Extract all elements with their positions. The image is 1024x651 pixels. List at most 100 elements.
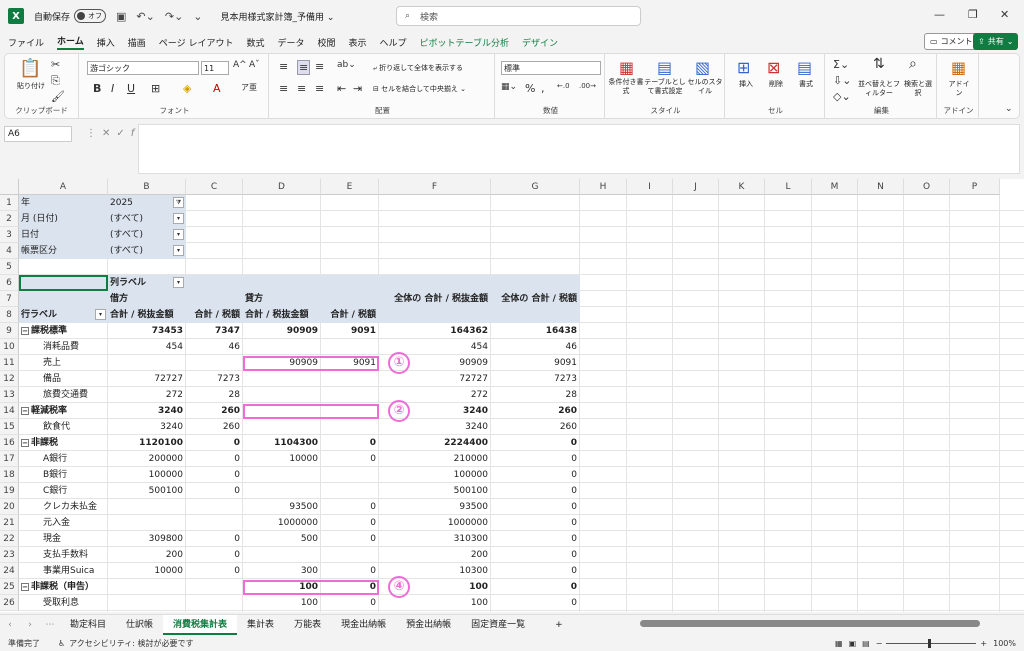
font-color-icon[interactable]: A — [213, 82, 221, 95]
pivot-value-cell[interactable]: 7273 — [186, 371, 243, 387]
row-header[interactable]: 18 — [0, 467, 19, 483]
next-sheet-icon[interactable]: › — [20, 620, 40, 630]
row-header[interactable]: 21 — [0, 515, 19, 531]
ribbon-tab[interactable]: 数式 — [246, 36, 264, 49]
align-center-icon[interactable]: ≡ — [297, 82, 306, 95]
filter-label[interactable]: 日付 — [21, 227, 108, 243]
zoom-level[interactable]: 100% — [993, 639, 1016, 648]
pivot-value-cell[interactable]: 10000 — [243, 451, 321, 467]
row-header[interactable]: 26 — [0, 595, 19, 611]
decrease-indent-icon[interactable]: ⇤ — [337, 82, 346, 95]
sheet-tab[interactable]: 預金出納帳 — [396, 615, 461, 635]
pivot-value-cell[interactable]: 1000000 — [243, 515, 321, 531]
ribbon-tab[interactable]: ヘルプ — [380, 36, 407, 49]
pivot-value-cell[interactable] — [108, 355, 186, 371]
pivot-value-cell[interactable]: 0 — [491, 499, 580, 515]
format-painter-icon[interactable]: 🖌 — [51, 90, 65, 103]
row-header[interactable]: 24 — [0, 563, 19, 579]
name-box[interactable]: A6 — [4, 126, 72, 142]
column-header[interactable]: L — [765, 179, 812, 195]
filter-dropdown-icon[interactable]: ⧩ — [173, 197, 184, 208]
collapse-icon[interactable]: − — [21, 582, 29, 591]
pivot-value-cell[interactable]: 500 — [243, 531, 321, 547]
find-select-button[interactable]: 検索と選択 — [901, 80, 935, 98]
search-box[interactable]: ⌕ 検索 — [396, 6, 641, 26]
bold-icon[interactable]: B — [93, 82, 101, 95]
pivot-value-cell[interactable]: 164362 — [379, 323, 491, 339]
credit-header[interactable]: 貸方 — [245, 291, 321, 307]
pivot-value-cell[interactable]: 0 — [186, 467, 243, 483]
pivot-value-cell[interactable] — [108, 595, 186, 611]
share-button[interactable]: ⇪ 共有 ⌄ — [973, 33, 1019, 50]
border-icon[interactable]: ⊞ — [151, 82, 160, 95]
column-header[interactable]: G — [491, 179, 580, 195]
align-bottom-icon[interactable]: ≡ — [315, 60, 324, 73]
delete-cells-icon[interactable]: ⊠ — [767, 58, 780, 77]
horizontal-scrollbar[interactable] — [640, 620, 980, 627]
font-name-select[interactable]: 游ゴシック — [87, 61, 199, 75]
column-header[interactable]: I — [627, 179, 673, 195]
restore-icon[interactable]: ❐ — [968, 8, 978, 21]
row-header[interactable]: 16 — [0, 435, 19, 451]
credit-tax-header[interactable]: 合計 / 税額 — [321, 307, 379, 323]
format-cells-button[interactable]: 書式 — [791, 80, 821, 89]
undo-icon[interactable]: ↶⌄ — [136, 10, 154, 23]
pivot-value-cell[interactable]: 0 — [491, 547, 580, 563]
pivot-value-cell[interactable]: 200 — [379, 547, 491, 563]
row-header[interactable]: 13 — [0, 387, 19, 403]
save-icon[interactable]: ▣ — [116, 10, 126, 23]
ribbon-tab[interactable]: 描画 — [128, 36, 146, 49]
ribbon-tab[interactable]: 挿入 — [97, 36, 115, 49]
sheet-tab[interactable]: 消費税集計表 — [163, 614, 238, 635]
pivot-value-cell[interactable]: 0 — [186, 531, 243, 547]
row-labels-dropdown-icon[interactable]: ▾ — [95, 309, 106, 320]
pivot-value-cell[interactable]: 73453 — [108, 323, 186, 339]
column-header[interactable]: M — [812, 179, 858, 195]
underline-icon[interactable]: U — [127, 82, 135, 95]
row-header[interactable]: 9 — [0, 323, 19, 339]
pivot-value-cell[interactable]: 7273 — [491, 371, 580, 387]
pivot-value-cell[interactable]: 28 — [186, 387, 243, 403]
row-header[interactable]: 8 — [0, 307, 19, 323]
worksheet-grid[interactable]: A B C D E F G H I J K L M N O P 1 2 3 4 5 6 7 8 9 10 11 12 13 14 15 16 1… — [0, 179, 1024, 612]
row-header[interactable]: 22 — [0, 531, 19, 547]
pivot-value-cell[interactable] — [243, 547, 321, 563]
decrease-decimal-icon[interactable]: .00→ — [579, 82, 596, 90]
find-select-icon[interactable]: ⌕ — [909, 56, 917, 72]
pivot-value-cell[interactable]: 90909 — [243, 323, 321, 339]
addins-button[interactable]: アドイン — [947, 80, 971, 98]
pivot-value-cell[interactable] — [186, 499, 243, 515]
close-icon[interactable]: ✕ — [1000, 8, 1009, 21]
align-left-icon[interactable]: ≡ — [279, 82, 288, 95]
sheet-tab[interactable]: 集計表 — [237, 615, 284, 635]
increase-decimal-icon[interactable]: ←.0 — [557, 82, 570, 90]
pivot-value-cell[interactable]: 0 — [491, 467, 580, 483]
sheet-tab[interactable]: 万能表 — [284, 615, 331, 635]
ribbon-tab[interactable]: ホーム — [57, 34, 84, 50]
pivot-value-cell[interactable]: 0 — [491, 531, 580, 547]
clear-icon[interactable]: ◇⌄ — [833, 90, 851, 103]
pivot-value-cell[interactable]: 0 — [186, 451, 243, 467]
row-header[interactable]: 2 — [0, 211, 19, 227]
pivot-value-cell[interactable] — [321, 467, 379, 483]
pivot-value-cell[interactable]: 100 — [243, 595, 321, 611]
ribbon-tab[interactable]: ファイル — [8, 36, 44, 49]
pivot-value-cell[interactable]: 300 — [243, 563, 321, 579]
accounting-format-icon[interactable]: ▦⌄ — [501, 82, 517, 92]
pivot-value-cell[interactable]: 3240 — [108, 419, 186, 435]
pivot-value-cell[interactable]: 16438 — [491, 323, 580, 339]
pivot-value-cell[interactable] — [243, 467, 321, 483]
document-title[interactable]: 見本用様式家計簿_予備用 ⌄ — [221, 10, 335, 23]
copy-icon[interactable]: ⎘ — [51, 74, 60, 88]
redo-icon[interactable]: ↷⌄ — [165, 10, 183, 23]
pivot-value-cell[interactable]: 0 — [491, 435, 580, 451]
pivot-value-cell[interactable] — [108, 515, 186, 531]
cell-styles-button[interactable]: セルのスタイル — [687, 78, 723, 96]
pivot-value-cell[interactable]: 100000 — [108, 467, 186, 483]
comment-button[interactable]: ▭ コメント — [924, 33, 979, 50]
row-header[interactable]: 15 — [0, 419, 19, 435]
ribbon-tab[interactable]: 表示 — [349, 36, 367, 49]
ribbon-tab[interactable]: データ — [277, 36, 304, 49]
filter-label[interactable]: 帳票区分 — [21, 243, 108, 259]
paste-button[interactable]: 貼り付け — [11, 82, 51, 91]
